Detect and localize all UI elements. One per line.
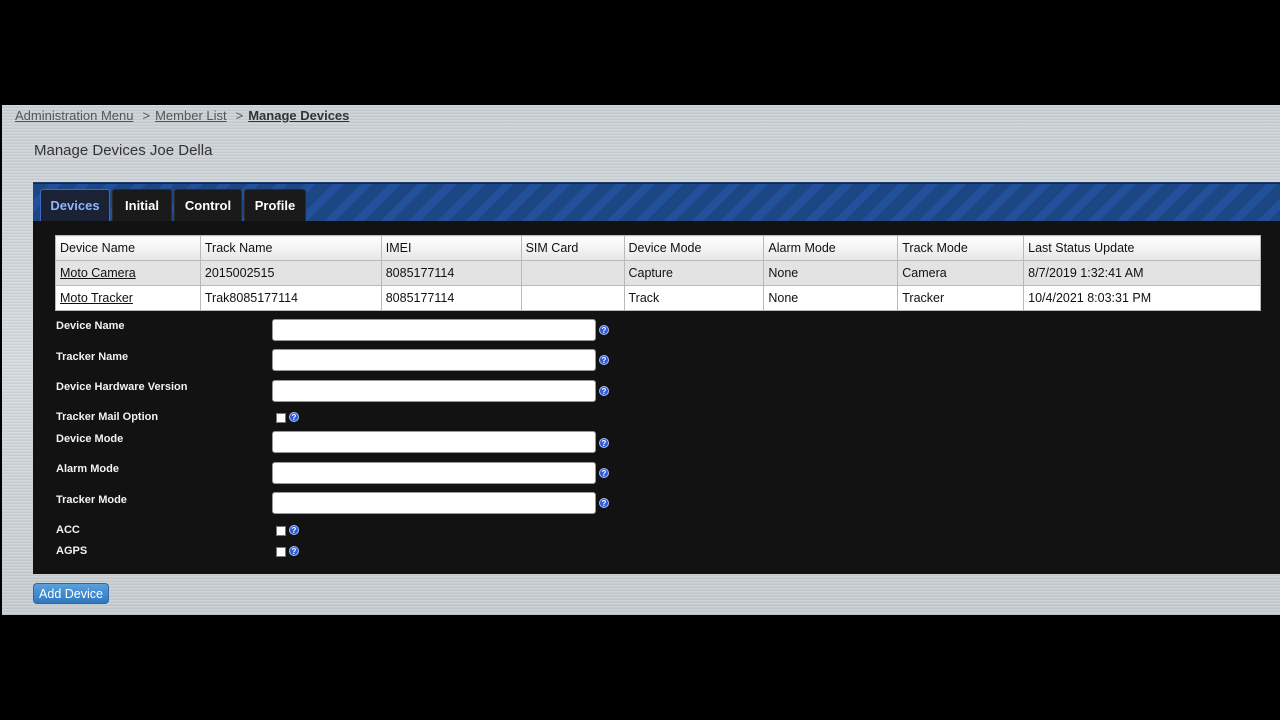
tab-control[interactable]: Control [174,189,242,221]
table-cell [520,260,625,286]
devices-panel: Devices Initial Control Profile Device N… [33,182,1280,574]
table-cell: 8085177114 [380,260,522,286]
device-name-cell: Moto Tracker [55,285,201,311]
column-header[interactable]: Alarm Mode [763,235,899,261]
table-cell: None [763,260,899,286]
device-name-cell: Moto Camera [55,260,201,286]
table-header-row: Device Name Track Name IMEI SIM Card Dev… [55,235,1261,261]
column-header[interactable]: Track Mode [897,235,1025,261]
breadcrumb: Administration Menu > Member List > Mana… [15,108,349,123]
hardware-version-label: Device Hardware Version [56,381,188,393]
tracker-mail-option-checkbox[interactable] [276,413,286,423]
hardware-version-input[interactable] [272,380,596,402]
column-header[interactable]: Device Name [55,235,201,261]
table-row[interactable]: Moto Tracker Trak8085177114 8085177114 T… [55,285,1261,311]
breadcrumb-member-list[interactable]: Member List [155,108,227,123]
tab-devices[interactable]: Devices [40,189,110,221]
table-cell: 2015002515 [199,260,382,286]
help-icon[interactable]: ? [599,386,609,396]
tab-bar: Devices Initial Control Profile [33,183,1280,221]
help-icon[interactable]: ? [599,498,609,508]
device-link[interactable]: Moto Camera [60,266,136,280]
table-cell: None [763,285,899,311]
device-link[interactable]: Moto Tracker [60,291,133,305]
agps-checkbox[interactable] [276,547,286,557]
alarm-mode-input[interactable] [272,462,596,484]
device-mode-label: Device Mode [56,433,124,445]
breadcrumb-separator: > [235,108,244,123]
acc-label: ACC [56,524,80,536]
breadcrumb-manage-devices[interactable]: Manage Devices [248,108,349,123]
table-cell: Capture [623,260,765,286]
table-cell: Tracker [897,285,1025,311]
column-header[interactable]: Last Status Update [1023,235,1261,261]
table-cell: Camera [897,260,1025,286]
help-icon[interactable]: ? [289,525,299,535]
add-device-button[interactable]: Add Device [33,583,109,604]
acc-checkbox[interactable] [276,526,286,536]
device-name-input[interactable] [272,319,596,341]
tab-profile[interactable]: Profile [244,189,306,221]
tab-initial[interactable]: Initial [112,189,172,221]
table-cell: 8/7/2019 1:32:41 AM [1023,260,1261,286]
table-row[interactable]: Moto Camera 2015002515 8085177114 Captur… [55,260,1261,286]
help-icon[interactable]: ? [599,468,609,478]
column-header[interactable]: IMEI [380,235,522,261]
breadcrumb-separator: > [142,108,151,123]
table-cell: Trak8085177114 [199,285,382,311]
column-header[interactable]: Track Name [199,235,382,261]
help-icon[interactable]: ? [599,438,609,448]
table-cell: 8085177114 [380,285,522,311]
column-header[interactable]: Device Mode [623,235,765,261]
alarm-mode-label: Alarm Mode [56,463,119,475]
column-header[interactable]: SIM Card [520,235,625,261]
breadcrumb-admin-menu[interactable]: Administration Menu [15,108,134,123]
table-cell: Track [623,285,765,311]
tracker-mail-option-label: Tracker Mail Option [56,411,159,423]
help-icon[interactable]: ? [599,355,609,365]
help-icon[interactable]: ? [599,325,609,335]
devices-table: Device Name Track Name IMEI SIM Card Dev… [55,235,1261,311]
table-cell [520,285,625,311]
tracker-name-label: Tracker Name [56,351,129,363]
help-icon[interactable]: ? [289,546,299,556]
page-title: Manage Devices Joe Della [34,142,213,159]
agps-label: AGPS [56,545,88,557]
page-background: Administration Menu > Member List > Mana… [2,105,1280,615]
table-cell: 10/4/2021 8:03:31 PM [1023,285,1261,311]
device-mode-input[interactable] [272,431,596,453]
help-icon[interactable]: ? [289,412,299,422]
tracker-mode-input[interactable] [272,492,596,514]
device-name-label: Device Name [56,320,125,332]
tracker-name-input[interactable] [272,349,596,371]
tracker-mode-label: Tracker Mode [56,494,127,506]
